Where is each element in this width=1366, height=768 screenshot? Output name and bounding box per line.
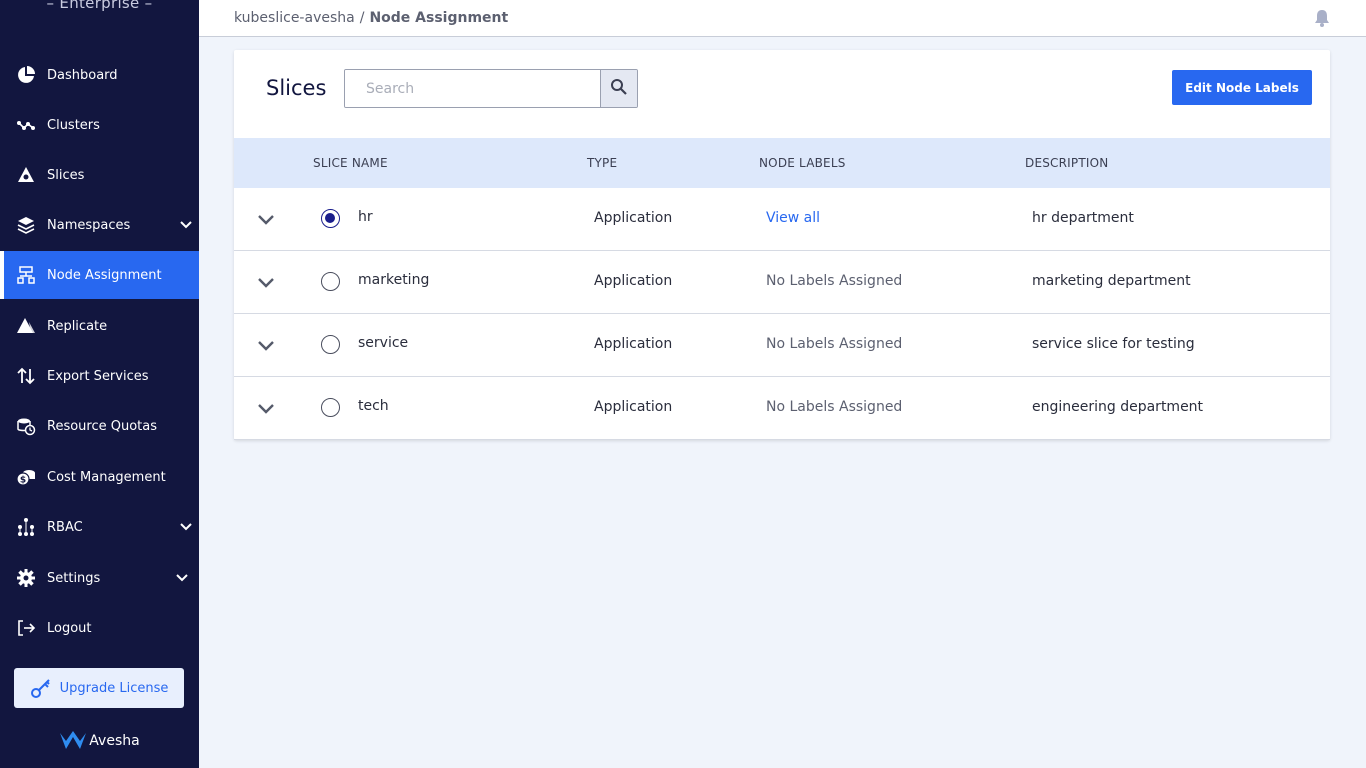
- arrows-up-down-icon: [16, 366, 36, 386]
- sidebar-item-rbac[interactable]: RBAC: [0, 503, 199, 551]
- sidebar-item-replicate[interactable]: Replicate: [0, 302, 199, 350]
- slice-description: engineering department: [1032, 399, 1204, 415]
- sidebar-item-label: Logout: [47, 620, 92, 636]
- chevron-down-icon[interactable]: [179, 520, 193, 534]
- sidebar-item-label: Node Assignment: [47, 267, 162, 283]
- graph-nodes-icon: [16, 115, 36, 135]
- logout-icon: [16, 618, 36, 638]
- row-radio[interactable]: [321, 335, 340, 354]
- chevron-down-icon[interactable]: [256, 273, 276, 293]
- column-header-slice-name: SLICE NAME: [313, 156, 388, 170]
- chevron-down-icon[interactable]: [175, 571, 189, 585]
- slice-pyramid-icon: [16, 165, 36, 185]
- upgrade-license-button[interactable]: Upgrade License: [14, 668, 184, 708]
- slice-type: Application: [594, 399, 673, 415]
- key-icon: [30, 677, 52, 699]
- top-bar: kubeslice-avesha / Node Assignment: [199, 0, 1366, 37]
- row-radio[interactable]: [321, 398, 340, 417]
- coins-icon: $: [16, 467, 36, 487]
- breadcrumb-separator: /: [359, 10, 365, 26]
- sidebar-item-export-services[interactable]: Export Services: [0, 352, 199, 400]
- brand-enterprise-label: – Enterprise –: [46, 0, 153, 12]
- upgrade-license-label: Upgrade License: [59, 680, 169, 696]
- gear-icon: [16, 568, 36, 588]
- sidebar-item-cost-management[interactable]: $ Cost Management: [0, 453, 199, 501]
- sidebar-item-namespaces[interactable]: Namespaces: [0, 201, 199, 249]
- sidebar-item-label: Slices: [47, 167, 85, 183]
- search-input[interactable]: [345, 70, 600, 107]
- sidebar: – Enterprise – Dashboard Clusters Slices…: [0, 0, 199, 768]
- sidebar-item-resource-quotas[interactable]: Resource Quotas: [0, 402, 199, 450]
- search-icon: [610, 78, 628, 100]
- sidebar-item-label: Replicate: [47, 318, 108, 334]
- search-button[interactable]: [600, 70, 637, 107]
- chevron-down-icon[interactable]: [179, 218, 193, 232]
- slice-name: service: [358, 335, 409, 351]
- avesha-logo-icon: [59, 730, 87, 752]
- sidebar-item-dashboard[interactable]: Dashboard: [0, 51, 199, 99]
- edit-node-labels-button[interactable]: Edit Node Labels: [1172, 70, 1312, 105]
- table-row: service Application No Labels Assigned s…: [234, 314, 1330, 377]
- slices-card: Slices Edit Node Labels SLICE NAME TYPE …: [234, 50, 1330, 440]
- sidebar-item-label: Resource Quotas: [47, 418, 158, 434]
- bell-icon[interactable]: [1312, 8, 1332, 28]
- layers-icon: [16, 215, 36, 235]
- slice-type: Application: [594, 336, 673, 352]
- sidebar-item-label: Settings: [47, 570, 101, 586]
- sidebar-item-label: Export Services: [47, 368, 149, 384]
- column-header-type: TYPE: [587, 156, 618, 170]
- sidebar-item-label: RBAC: [47, 519, 83, 535]
- chevron-down-icon[interactable]: [256, 399, 276, 419]
- sidebar-item-label: Dashboard: [47, 67, 118, 83]
- node-tree-icon: [16, 265, 36, 285]
- row-radio[interactable]: [321, 272, 340, 291]
- sidebar-item-logout[interactable]: Logout: [0, 604, 199, 652]
- avesha-logo-text: Avesha: [89, 733, 140, 749]
- page-title: Slices: [266, 76, 327, 100]
- breadcrumb: kubeslice-avesha / Node Assignment: [234, 10, 508, 26]
- avesha-logo: Avesha: [0, 730, 199, 752]
- slice-type: Application: [594, 273, 673, 289]
- slice-name: marketing: [358, 272, 430, 288]
- pie-chart-icon: [16, 65, 36, 85]
- replicate-icon: [16, 316, 36, 336]
- svg-text:$: $: [20, 476, 26, 486]
- sidebar-item-label: Clusters: [47, 117, 100, 133]
- row-radio[interactable]: [321, 209, 340, 228]
- slice-type: Application: [594, 210, 673, 226]
- table-row: hr Application View all hr department: [234, 188, 1330, 251]
- node-labels-status: No Labels Assigned: [766, 336, 903, 352]
- breadcrumb-root[interactable]: kubeslice-avesha: [234, 10, 355, 26]
- sidebar-item-label: Cost Management: [47, 469, 166, 485]
- column-header-node-labels: NODE LABELS: [759, 156, 846, 170]
- column-header-description: DESCRIPTION: [1025, 156, 1109, 170]
- breadcrumb-current: Node Assignment: [369, 10, 509, 26]
- people-network-icon: [16, 517, 36, 537]
- sidebar-item-clusters[interactable]: Clusters: [0, 101, 199, 149]
- sidebar-item-settings[interactable]: Settings: [0, 554, 199, 602]
- node-labels-status: No Labels Assigned: [766, 399, 903, 415]
- slice-name: tech: [358, 398, 389, 414]
- view-all-link[interactable]: View all: [766, 210, 820, 226]
- node-labels-status: No Labels Assigned: [766, 273, 903, 289]
- sidebar-item-node-assignment[interactable]: Node Assignment: [0, 251, 199, 299]
- slice-description: hr department: [1032, 210, 1134, 226]
- sidebar-item-label: Namespaces: [47, 217, 131, 233]
- chevron-down-icon[interactable]: [256, 210, 276, 230]
- chevron-down-icon[interactable]: [256, 336, 276, 356]
- sidebar-item-slices[interactable]: Slices: [0, 151, 199, 199]
- search-box: [344, 69, 638, 108]
- slice-description: marketing department: [1032, 273, 1191, 289]
- slice-name: hr: [358, 209, 373, 225]
- slice-description: service slice for testing: [1032, 336, 1195, 352]
- table-row: tech Application No Labels Assigned engi…: [234, 377, 1330, 440]
- table-row: marketing Application No Labels Assigned…: [234, 251, 1330, 314]
- table-header: SLICE NAME TYPE NODE LABELS DESCRIPTION: [234, 138, 1330, 188]
- quota-clock-icon: [16, 416, 36, 436]
